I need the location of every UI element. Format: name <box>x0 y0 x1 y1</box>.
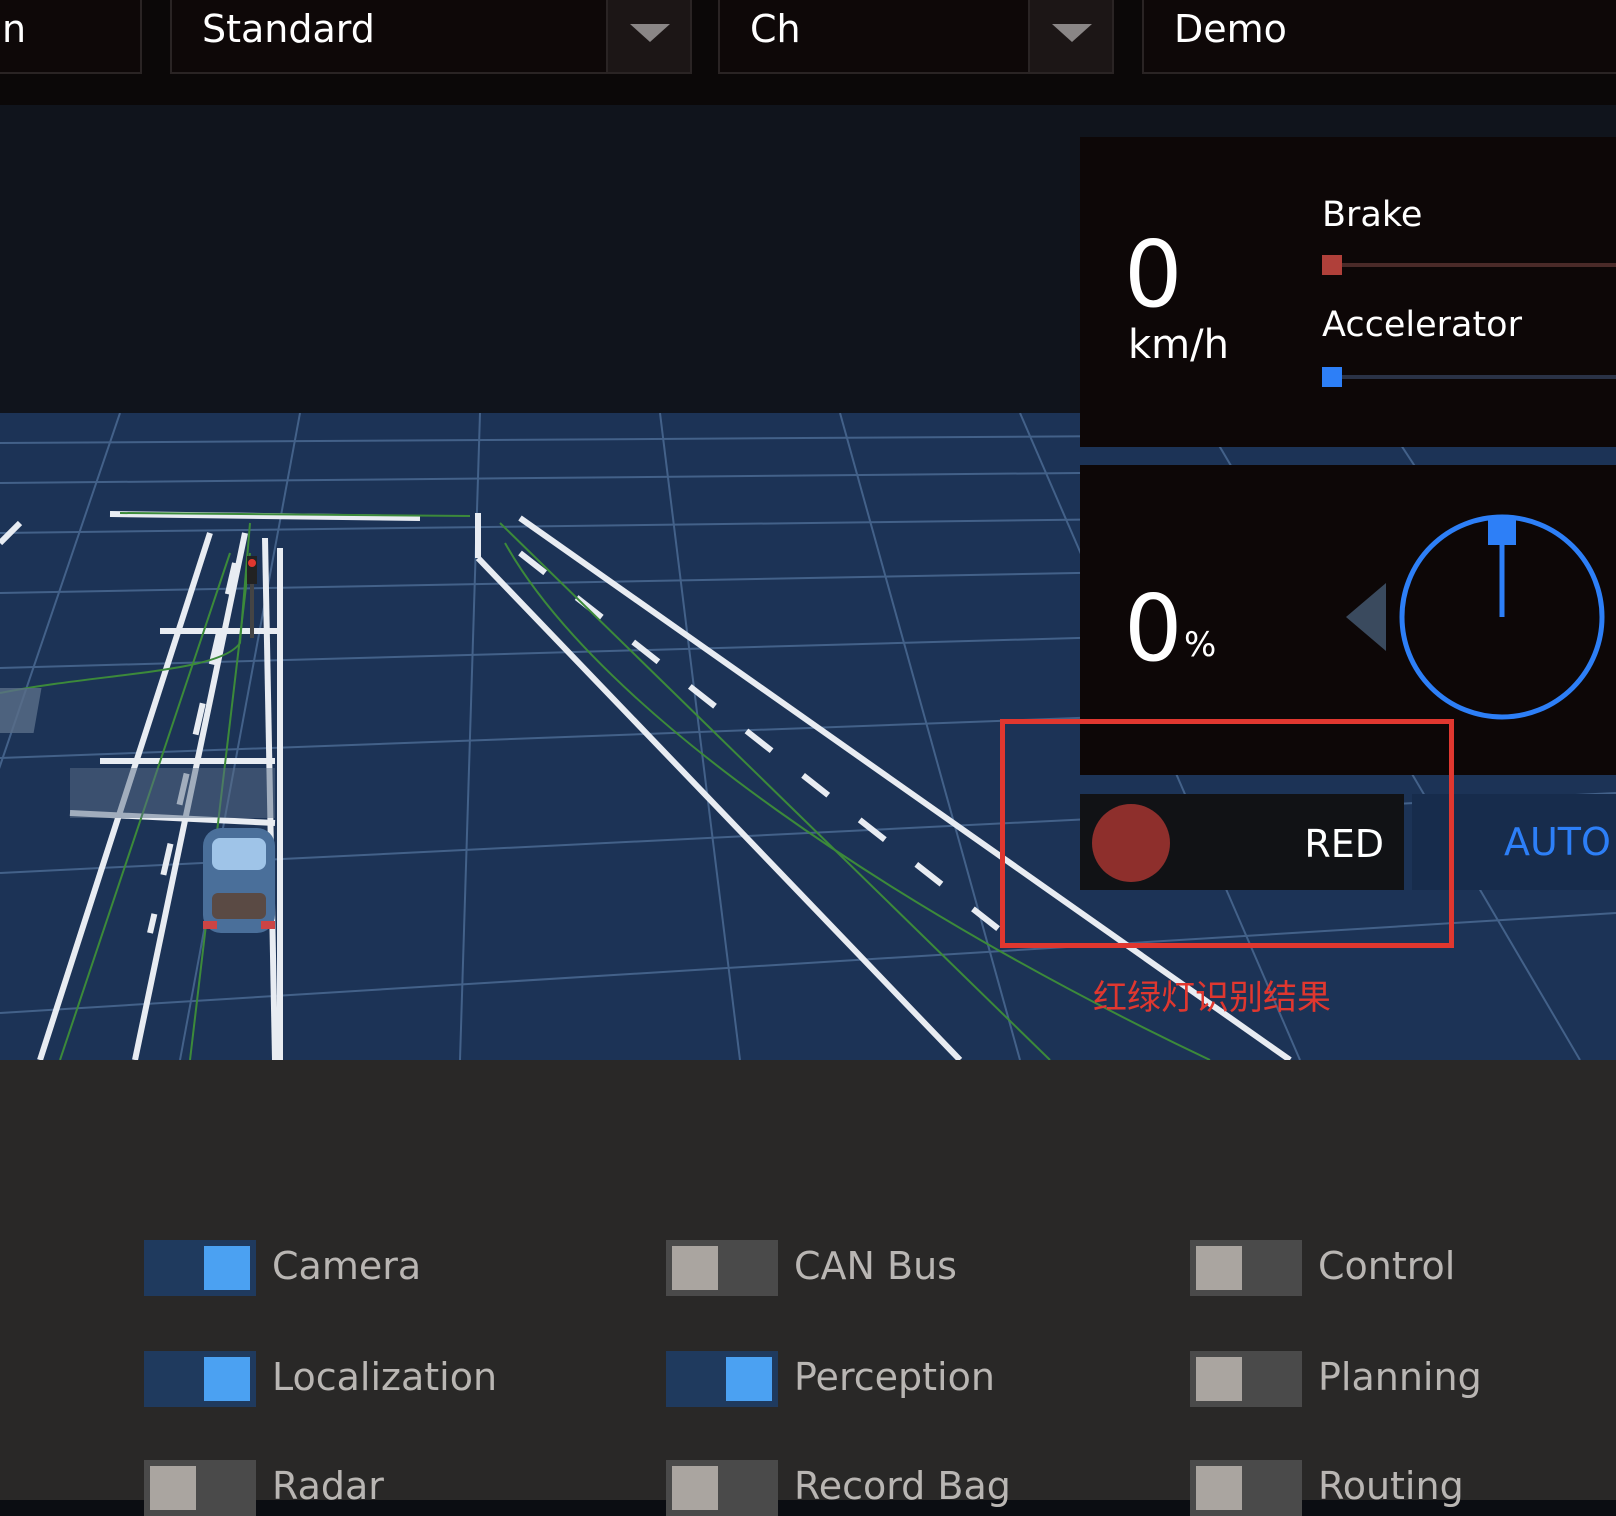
brake-bar-track <box>1322 263 1616 267</box>
toggle-thumb <box>204 1357 250 1401</box>
vehicle-dropdown-button[interactable] <box>606 0 690 72</box>
planning-label: Planning <box>1318 1355 1482 1399</box>
routing-label: Routing <box>1318 1464 1464 1508</box>
module-controller-panel: Camera CAN Bus Control Localization Perc… <box>0 1060 1616 1516</box>
localization-label: Localization <box>272 1355 498 1399</box>
toggle-thumb <box>672 1246 718 1290</box>
control-toggle[interactable] <box>1190 1240 1302 1296</box>
toggle-thumb <box>726 1357 772 1401</box>
speed-value: 0 <box>1124 221 1183 328</box>
vehicle-select-value: Standard <box>202 7 375 51</box>
can-bus-label: CAN Bus <box>794 1244 957 1288</box>
mode-select-value: n <box>2 7 27 51</box>
localization-toggle[interactable] <box>144 1351 256 1407</box>
toggle-thumb <box>204 1246 250 1290</box>
control-label: Control <box>1318 1244 1456 1288</box>
camera-label: Camera <box>272 1244 422 1288</box>
scenario-select-value: Demo <box>1174 7 1287 51</box>
routing-toggle[interactable] <box>1190 1460 1302 1516</box>
record-bag-label: Record Bag <box>794 1464 1011 1508</box>
map-select[interactable]: Ch <box>718 0 1114 74</box>
camera-toggle[interactable] <box>144 1240 256 1296</box>
toggle-thumb <box>150 1466 196 1510</box>
radar-toggle[interactable] <box>144 1460 256 1516</box>
map-select-value: Ch <box>750 7 801 51</box>
mode-select[interactable]: n <box>0 0 142 74</box>
map-dropdown-button[interactable] <box>1028 0 1112 72</box>
can-bus-toggle[interactable] <box>666 1240 778 1296</box>
perception-label: Perception <box>794 1355 995 1399</box>
planning-toggle[interactable] <box>1190 1351 1302 1407</box>
annotation-highlight-box <box>1000 719 1454 948</box>
ego-car <box>203 828 275 933</box>
chevron-down-icon <box>630 24 670 42</box>
accelerator-label: Accelerator <box>1322 305 1522 345</box>
toggle-thumb <box>1196 1246 1242 1290</box>
toggle-thumb <box>1196 1466 1242 1510</box>
toggle-thumb <box>672 1466 718 1510</box>
accelerator-bar-fill <box>1322 367 1342 387</box>
record-bag-toggle[interactable] <box>666 1460 778 1516</box>
speed-panel: 0 km/h Brake Accelerator <box>1080 137 1616 447</box>
accelerator-bar-track <box>1322 375 1616 379</box>
speed-unit: km/h <box>1128 322 1229 368</box>
vehicle-select[interactable]: Standard <box>170 0 692 74</box>
top-toolbar: n Standard Ch Demo <box>0 0 1616 105</box>
driving-mode-label: AUTO <box>1504 820 1611 864</box>
scenario-select[interactable]: Demo <box>1142 0 1616 74</box>
chevron-down-icon <box>1052 24 1092 42</box>
toggle-thumb <box>1196 1357 1242 1401</box>
brake-label: Brake <box>1322 195 1423 235</box>
perception-toggle[interactable] <box>666 1351 778 1407</box>
brake-bar-fill <box>1322 255 1342 275</box>
radar-label: Radar <box>272 1464 384 1508</box>
annotation-label: 红绿灯识别结果 <box>1093 978 1331 1018</box>
